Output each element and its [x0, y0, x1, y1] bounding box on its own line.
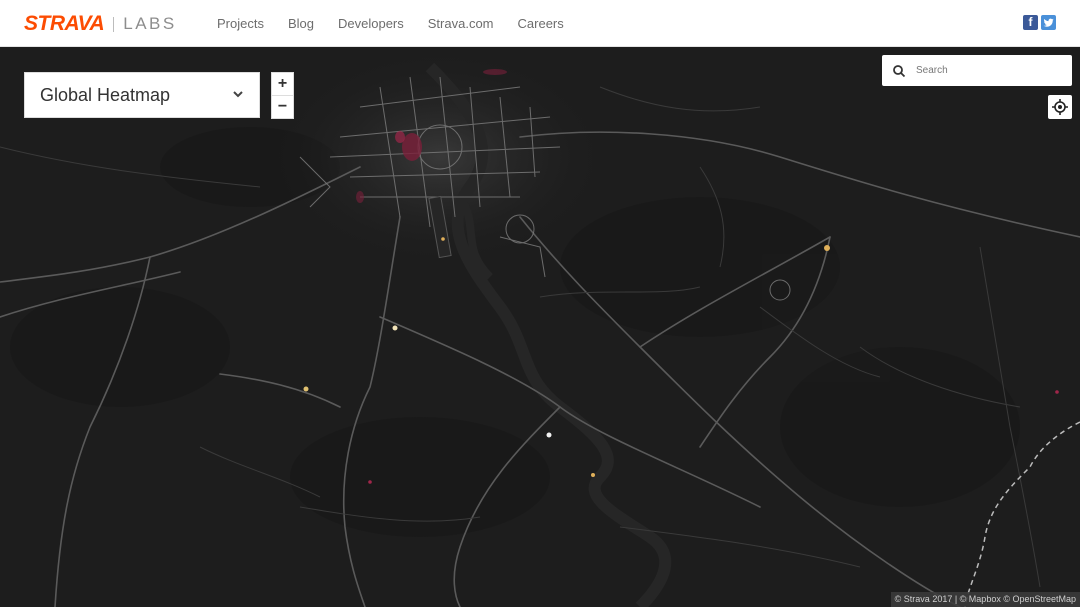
map-attribution[interactable]: © Strava 2017 | © Mapbox © OpenStreetMap: [890, 592, 1080, 607]
strava-labs-logo[interactable]: STRAVA LABS: [24, 12, 177, 36]
locate-me-button[interactable]: [1048, 95, 1072, 119]
zoom-controls: + −: [271, 72, 294, 119]
nav-link-careers[interactable]: Careers: [518, 15, 564, 32]
top-navigation-bar: STRAVA LABS Projects Blog Developers Str…: [0, 0, 1080, 47]
search-icon: [893, 64, 906, 77]
facebook-icon[interactable]: f: [1023, 15, 1038, 30]
nav-links: Projects Blog Developers Strava.com Care…: [217, 15, 588, 32]
layer-label: Global Heatmap: [40, 84, 171, 105]
chevron-down-icon: [233, 91, 243, 98]
crosshair-icon: [1052, 99, 1068, 115]
nav-link-projects[interactable]: Projects: [217, 15, 264, 32]
nav-link-blog[interactable]: Blog: [288, 15, 314, 32]
search-box: [882, 55, 1072, 86]
strava-wordmark: STRAVA: [24, 12, 105, 35]
map-canvas: [0, 47, 1080, 607]
labs-wordmark: LABS: [123, 14, 177, 33]
logo-divider: [113, 16, 115, 32]
search-input[interactable]: [914, 64, 1068, 77]
zoom-in-button[interactable]: +: [272, 73, 293, 95]
social-links: f: [1023, 15, 1056, 30]
nav-link-strava-com[interactable]: Strava.com: [428, 15, 494, 32]
nav-link-developers[interactable]: Developers: [338, 15, 404, 32]
map-layer-dropdown[interactable]: Global Heatmap: [24, 72, 260, 118]
twitter-icon[interactable]: [1041, 15, 1056, 30]
zoom-out-button[interactable]: −: [272, 96, 293, 118]
heatmap-map[interactable]: [0, 47, 1080, 607]
